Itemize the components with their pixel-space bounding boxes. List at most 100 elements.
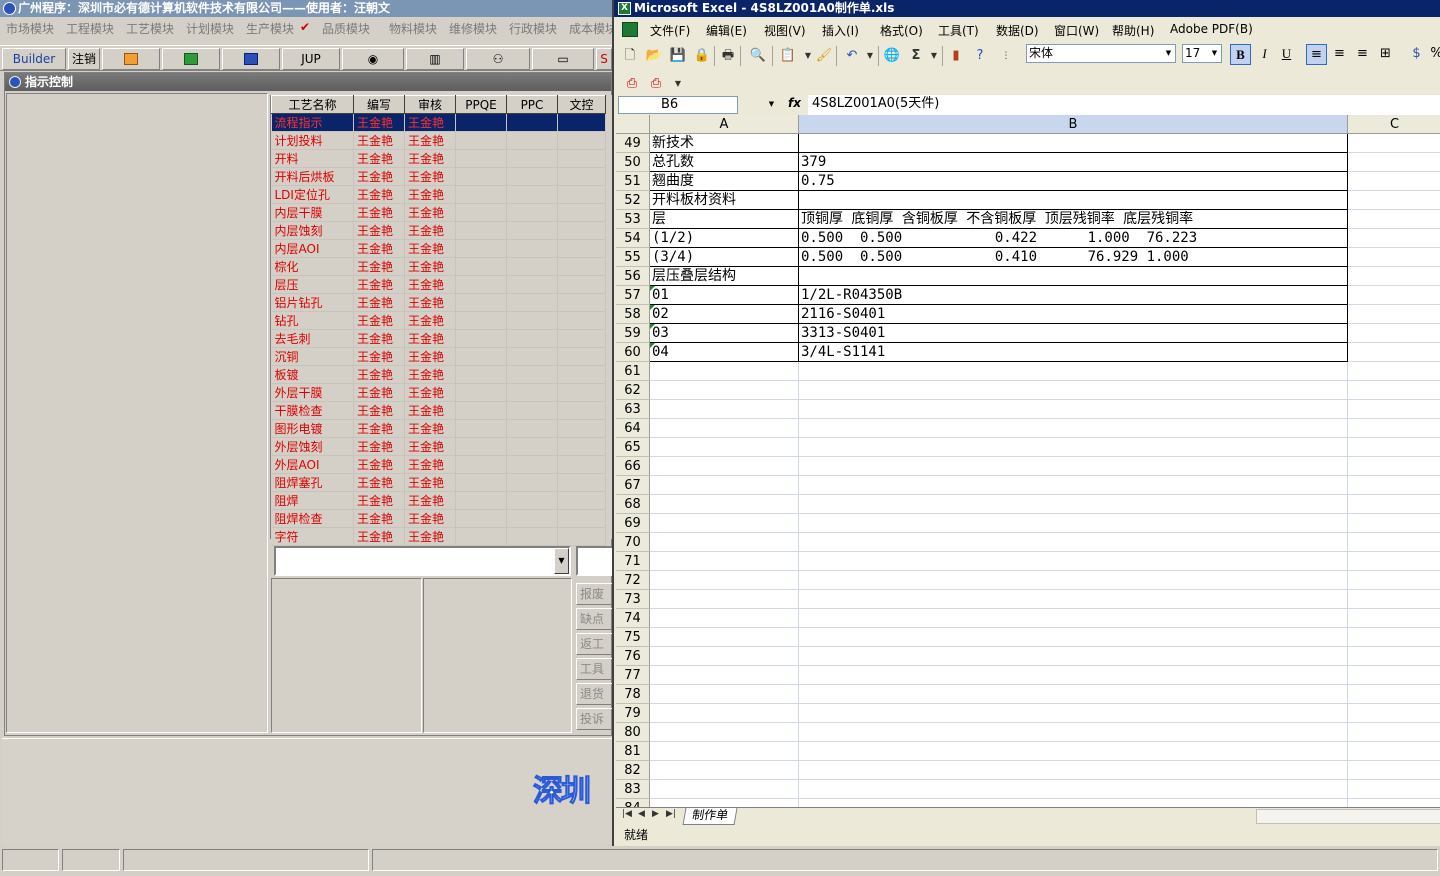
cell-c63[interactable] <box>1348 400 1440 419</box>
row-header[interactable]: 71 <box>616 552 650 571</box>
cell-b51[interactable]: 0.75 <box>799 172 1348 191</box>
grid-column-header[interactable]: 审核 <box>404 95 456 114</box>
module-menu-item[interactable]: 物料模块 <box>389 20 437 37</box>
grid-row[interactable]: 内层干膜 王金艳 王金艳 <box>271 203 606 222</box>
function-icon[interactable]: fx <box>788 96 802 112</box>
cell-b75[interactable] <box>799 628 1348 647</box>
grid-cell[interactable] <box>455 275 507 294</box>
grid-cell[interactable]: 王金艳 <box>353 275 405 294</box>
grid-cell[interactable] <box>506 437 558 456</box>
grid-cell[interactable] <box>506 473 558 492</box>
cell-c67[interactable] <box>1348 476 1440 495</box>
grid-cell[interactable] <box>557 437 606 456</box>
row-header[interactable]: 69 <box>616 514 650 533</box>
grid-cell[interactable] <box>455 455 507 474</box>
cell-b56[interactable] <box>799 267 1348 286</box>
grid-cell[interactable] <box>506 167 558 186</box>
undo-icon[interactable]: ↶ <box>842 46 862 66</box>
cell-b58[interactable]: 2116-S0401 <box>799 305 1348 324</box>
grid-cell[interactable] <box>506 185 558 204</box>
aux-input[interactable] <box>576 546 612 576</box>
grid-cell[interactable]: 铝片钻孔 <box>271 293 354 312</box>
grid-cell[interactable]: 外层干膜 <box>271 383 354 402</box>
cell-b70[interactable] <box>799 533 1348 552</box>
cell-a82[interactable] <box>650 761 799 780</box>
grid-cell[interactable] <box>455 311 507 330</box>
cell-a74[interactable] <box>650 609 799 628</box>
cell-b80[interactable] <box>799 723 1348 742</box>
grid-cell[interactable] <box>455 383 507 402</box>
cell-a61[interactable] <box>650 362 799 381</box>
cell-c54[interactable] <box>1348 229 1440 248</box>
cell-b67[interactable] <box>799 476 1348 495</box>
grid-cell[interactable]: 王金艳 <box>353 419 405 438</box>
chevron-down-icon[interactable]: ▼ <box>1163 46 1174 61</box>
cell-c77[interactable] <box>1348 666 1440 685</box>
grid-cell[interactable]: 王金艳 <box>353 185 405 204</box>
grid-cell[interactable] <box>557 203 606 222</box>
column-header[interactable]: C <box>1348 115 1440 134</box>
grid-cell[interactable] <box>557 473 606 492</box>
cell-c83[interactable] <box>1348 780 1440 799</box>
column-header[interactable]: B <box>799 115 1348 134</box>
grid-cell[interactable] <box>506 329 558 348</box>
grid-cell[interactable] <box>557 185 606 204</box>
row-header[interactable]: 66 <box>616 457 650 476</box>
row-header[interactable]: 70 <box>616 533 650 552</box>
detail-box-right[interactable] <box>423 578 572 733</box>
row-header[interactable]: 84 <box>616 799 650 807</box>
cell-b62[interactable] <box>799 381 1348 400</box>
grid-cell[interactable] <box>557 149 606 168</box>
format-painter-icon[interactable]: 🖌 <box>814 46 834 66</box>
row-header[interactable]: 61 <box>616 362 650 381</box>
row-header[interactable]: 53 <box>616 210 650 229</box>
error-indicator-icon[interactable] <box>650 286 655 291</box>
grid-cell[interactable] <box>557 221 606 240</box>
autosum-dropdown-icon[interactable]: ▼ <box>924 46 944 66</box>
cell-b71[interactable] <box>799 552 1348 571</box>
grid-cell[interactable]: 王金艳 <box>404 131 456 150</box>
grid-cell[interactable] <box>557 257 606 276</box>
grid-cell[interactable] <box>506 275 558 294</box>
cell-a56[interactable]: 层压叠层结构 <box>650 267 799 286</box>
pdf-icon[interactable]: ⎙ <box>622 74 642 94</box>
research-icon[interactable]: 🔍 <box>748 46 768 66</box>
worksheet-grid[interactable]: A B C 49 新技术 50 总孔数 379 51 翘曲度 0.75 52 开料板材资料 53 层 顶铜厚 … <box>616 115 1440 807</box>
grid-cell[interactable] <box>455 401 507 420</box>
cell-a63[interactable] <box>650 400 799 419</box>
row-header[interactable]: 62 <box>616 381 650 400</box>
grid-cell[interactable]: 王金艳 <box>404 185 456 204</box>
grid-row[interactable]: 层压 王金艳 王金艳 <box>271 275 606 294</box>
grid-row[interactable]: 外层蚀刻 王金艳 王金艳 <box>271 437 606 456</box>
word-export-button[interactable] <box>222 48 280 70</box>
grid-cell[interactable]: 王金艳 <box>353 221 405 240</box>
module-menu-item[interactable]: 工程模块 <box>66 20 114 37</box>
excel-menu-item[interactable]: 工具(T) <box>938 22 979 39</box>
grid-row[interactable]: 铝片钻孔 王金艳 王金艳 <box>271 293 606 312</box>
grid-cell[interactable] <box>455 491 507 510</box>
grid-cell[interactable]: 钻孔 <box>271 311 354 330</box>
grid-cell[interactable] <box>557 455 606 474</box>
grid-cell[interactable]: 层压 <box>271 275 354 294</box>
cell-a78[interactable] <box>650 685 799 704</box>
grid-cell[interactable]: 王金艳 <box>404 365 456 384</box>
cell-a55[interactable]: (3/4) <box>650 248 799 267</box>
cell-a59[interactable]: 03 <box>650 324 799 343</box>
new-icon[interactable]: 🗋 <box>620 46 640 66</box>
chevron-down-icon[interactable]: ▼ <box>554 548 569 574</box>
grid-cell[interactable]: 王金艳 <box>353 203 405 222</box>
detail-box-left[interactable] <box>271 578 422 733</box>
cell-c80[interactable] <box>1348 723 1440 742</box>
cell-b55[interactable]: 0.500 0.500 0.410 76.929 1.000 <box>799 248 1348 267</box>
grid-cell[interactable] <box>506 401 558 420</box>
side-action-button[interactable]: 报废 <box>576 583 612 605</box>
grid-cell[interactable]: 王金艳 <box>404 509 456 528</box>
excel-menu-item[interactable]: 编辑(E) <box>706 22 747 39</box>
row-header[interactable]: 76 <box>616 647 650 666</box>
grid-cell[interactable]: 王金艳 <box>353 149 405 168</box>
cell-a54[interactable]: (1/2) <box>650 229 799 248</box>
cell-a83[interactable] <box>650 780 799 799</box>
excel-menu-item[interactable]: 文件(F) <box>650 22 690 39</box>
cell-b65[interactable] <box>799 438 1348 457</box>
grid-cell[interactable]: 流程指示 <box>271 113 354 132</box>
